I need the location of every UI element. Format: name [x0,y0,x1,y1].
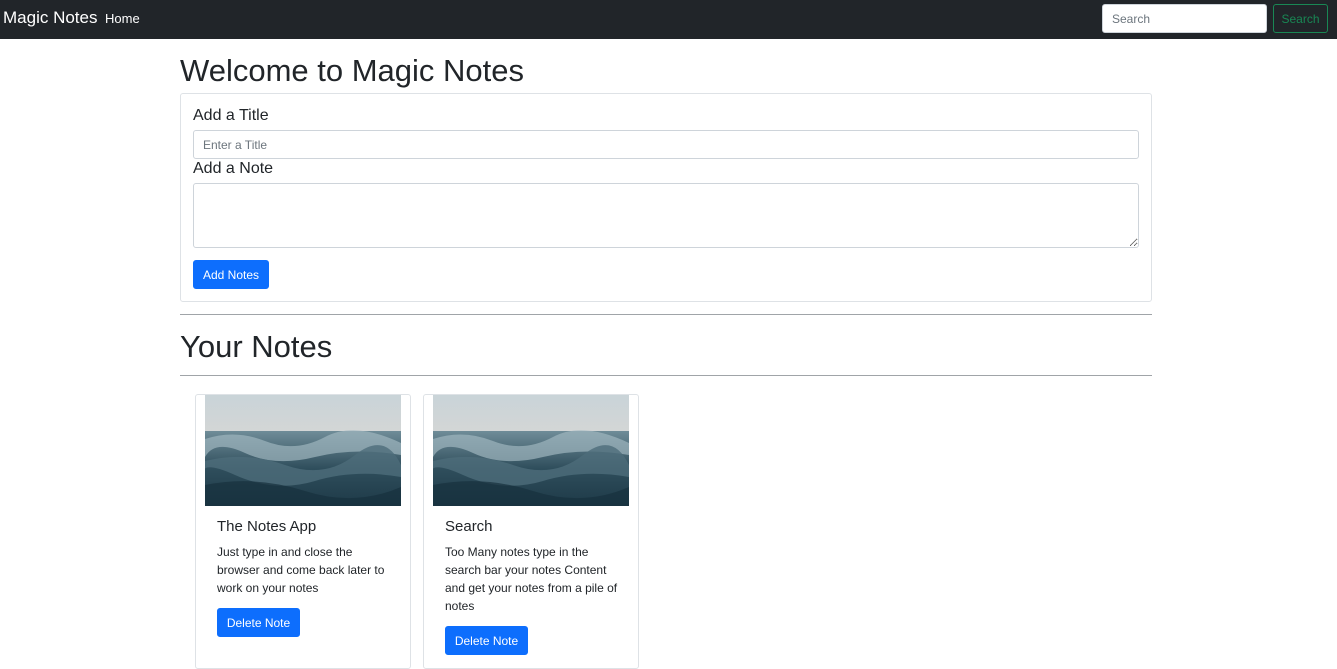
notes-heading: Your Notes [180,329,333,364]
delete-note-button[interactable]: Delete Note [217,608,300,637]
note-title: Search [445,518,493,535]
note-text: Too Many notes type in the search bar yo… [445,545,618,613]
title-label: Add a Title [193,107,269,124]
nav-home-link[interactable]: Home [105,11,140,26]
divider [180,375,1152,376]
add-note-form: Add a Title Add a Note Add Notes [180,93,1152,302]
page-title: Welcome to Magic Notes [180,53,524,88]
note-textarea[interactable] [193,183,1139,248]
delete-note-button[interactable]: Delete Note [445,626,528,655]
navbar: Magic Notes Home Search [0,0,1337,39]
note-card: The Notes App Just type in and close the… [195,394,411,669]
divider [180,314,1152,315]
note-image [433,395,629,506]
add-notes-button[interactable]: Add Notes [193,260,269,289]
note-label: Add a Note [193,160,274,177]
note-card: Search Too Many notes type in the search… [423,394,639,669]
note-text: Just type in and close the browser and c… [217,545,385,595]
title-input[interactable] [193,130,1139,159]
note-image [205,395,401,506]
note-title: The Notes App [217,518,317,535]
search-button[interactable]: Search [1273,4,1328,33]
brand-link[interactable]: Magic Notes [3,8,97,28]
search-input[interactable] [1102,4,1267,33]
